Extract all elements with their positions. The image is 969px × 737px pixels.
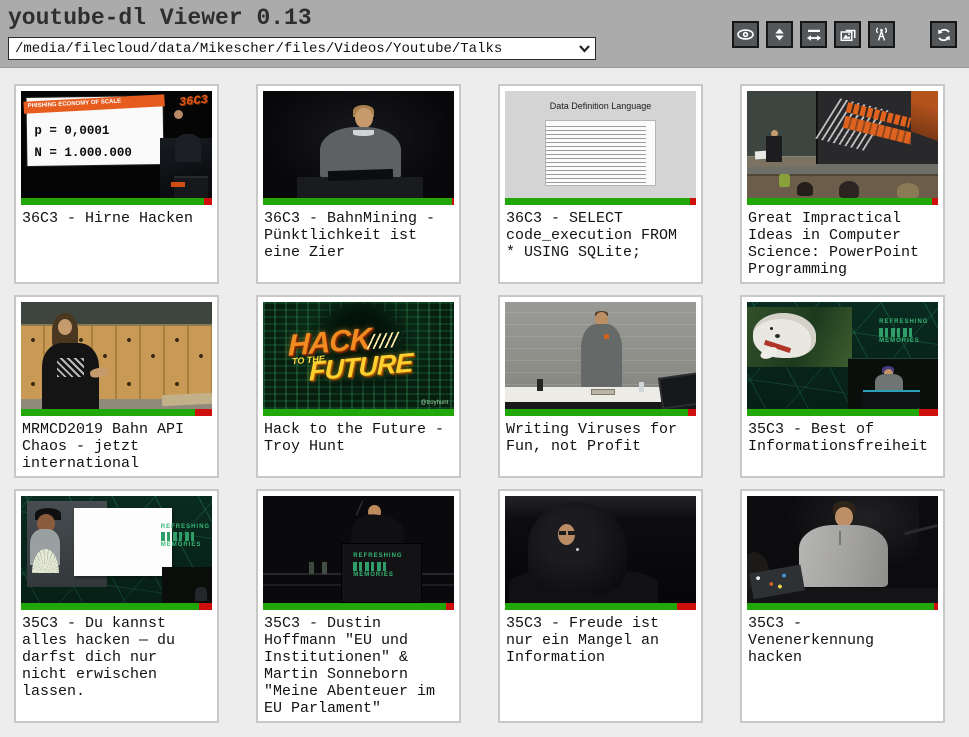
video-thumbnail[interactable] [747, 91, 938, 198]
video-card[interactable]: 35C3 - Venenerkennung hacken [740, 489, 945, 723]
watch-progress-bar [747, 603, 938, 610]
blank-slide [74, 508, 171, 576]
width-arrows-icon [805, 26, 823, 44]
speaker-figure [174, 110, 183, 119]
watch-progress-bar [505, 603, 696, 610]
watch-progress-bar [21, 198, 212, 205]
speaker-figure [835, 507, 853, 527]
video-title: Writing Viruses for Fun, not Profit [500, 416, 701, 459]
video-title: 36C3 - BahnMining - Pünktlichkeit ist ei… [258, 205, 459, 265]
video-card[interactable]: REFRESHING MEMORIES 35C3 - Dustin Hoffma… [256, 489, 461, 723]
watch-progress-bar [747, 198, 938, 205]
video-title: 35C3 - Freude ist nur ein Mangel an Info… [500, 610, 701, 670]
refreshing-memories-logo: REFRESHING MEMORIES [879, 319, 928, 345]
thumbnail-mode-button[interactable] [834, 21, 861, 48]
watch-progress-bar [505, 409, 696, 416]
podium: REFRESHING MEMORIES [341, 543, 421, 603]
watch-progress-bar [263, 603, 454, 610]
video-thumbnail[interactable] [21, 302, 212, 409]
eye-icon [736, 25, 755, 44]
watch-progress-bar [21, 409, 212, 416]
video-title: 35C3 - Best of Informationsfreiheit [742, 416, 943, 459]
slide-stats-text: p = 0,0001N = 1.000.000 [34, 121, 132, 165]
video-title: Great Impractical Ideas in Computer Scie… [742, 205, 943, 282]
chalkboard [21, 302, 212, 326]
video-card[interactable]: MRMCD2019 Bahn API Chaos - jetzt interna… [14, 295, 219, 478]
video-card[interactable]: Writing Viruses for Fun, not Profit [498, 295, 703, 478]
video-thumbnail[interactable]: Data Definition Language [505, 91, 696, 198]
glasses [559, 531, 575, 535]
video-thumbnail[interactable] [263, 91, 454, 198]
path-bar: /media/filecloud/data/Mikescher/files/Vi… [8, 37, 596, 60]
video-card[interactable]: REFRESHING MEMORIES 35C3 - Du kannst all… [14, 489, 219, 723]
video-thumbnail[interactable]: HACK TO THE FUTURE @troyhunt [263, 302, 454, 409]
stage-inset [162, 567, 212, 603]
watch-progress-bar [21, 603, 212, 610]
antenna-icon [872, 25, 891, 44]
video-thumbnail[interactable] [747, 496, 938, 603]
reload-button[interactable] [930, 21, 957, 48]
video-title: MRMCD2019 Bahn API Chaos - jetzt interna… [16, 416, 217, 476]
video-title: 35C3 - Venenerkennung hacken [742, 610, 943, 670]
video-thumbnail[interactable]: REFRESHING MEMORIES [263, 496, 454, 603]
video-thumbnail[interactable] [505, 302, 696, 409]
video-title: 36C3 - SELECT code_execution FROM * USIN… [500, 205, 701, 265]
video-card[interactable]: Great Impractical Ideas in Computer Scie… [740, 84, 945, 284]
refreshing-memories-logo: REFRESHING MEMORIES [353, 553, 402, 579]
video-card[interactable]: Data Definition Language 36C3 - SELECT c… [498, 84, 703, 284]
refreshing-memories-logo: REFRESHING MEMORIES [161, 524, 210, 550]
video-thumbnail[interactable]: PHISHING ECONOMY OF SCALE p = 0,0001N = … [21, 91, 212, 198]
video-card[interactable]: 36C3 - BahnMining - Pünktlichkeit ist ei… [256, 84, 461, 284]
audience-heads [797, 182, 813, 196]
monitor [658, 372, 696, 409]
slide-title-text: Data Definition Language [505, 101, 696, 111]
video-title: 36C3 - Hirne Hacken [16, 205, 217, 231]
app-header: youtube-dl Viewer 0.13 /media/filecloud/… [0, 0, 969, 68]
video-thumbnail[interactable]: REFRESHING MEMORIES [21, 496, 212, 603]
dog-photo-inset [747, 307, 852, 367]
video-title: Hack to the Future - Troy Hunt [258, 416, 459, 459]
card-width-button[interactable] [800, 21, 827, 48]
watch-progress-bar [263, 198, 454, 205]
code-block-graphic [545, 120, 656, 186]
toolbar-spacer [902, 34, 923, 35]
toolbar [732, 21, 957, 48]
video-grid: PHISHING ECONOMY OF SCALE p = 0,0001N = … [14, 84, 955, 723]
stage-inset [848, 358, 938, 409]
podium [297, 177, 423, 198]
video-thumbnail[interactable] [505, 496, 696, 603]
conference-logo: 36C3 [179, 93, 209, 110]
watch-progress-bar [263, 409, 454, 416]
video-title: 35C3 - Dustin Hoffmann "EU und Instituti… [258, 610, 459, 721]
video-card[interactable]: REFRESHING MEMORIES 35C3 - Best of Infor… [740, 295, 945, 478]
video-card[interactable]: PHISHING ECONOMY OF SCALE p = 0,0001N = … [14, 84, 219, 284]
video-title: 35C3 - Du kannst alles hacken — du darfs… [16, 610, 217, 704]
refresh-icon [935, 26, 953, 44]
slide-banner-text: PHISHING ECONOMY OF SCALE [23, 95, 164, 114]
video-thumbnail[interactable]: REFRESHING MEMORIES [747, 302, 938, 409]
watch-progress-bar [747, 409, 938, 416]
display-mode-button[interactable] [732, 21, 759, 48]
video-card[interactable]: 35C3 - Freude ist nur ein Mangel an Info… [498, 489, 703, 723]
credit-text: @troyhunt [421, 400, 449, 406]
video-grid-area: PHISHING ECONOMY OF SCALE p = 0,0001N = … [0, 68, 969, 723]
up-down-arrows-icon [771, 26, 788, 43]
watch-progress-bar [505, 198, 696, 205]
sort-order-button[interactable] [766, 21, 793, 48]
video-card[interactable]: HACK TO THE FUTURE @troyhunt Hack to the… [256, 295, 461, 478]
video-mode-button[interactable] [868, 21, 895, 48]
image-icon [839, 26, 857, 44]
path-select[interactable]: /media/filecloud/data/Mikescher/files/Vi… [8, 37, 596, 60]
